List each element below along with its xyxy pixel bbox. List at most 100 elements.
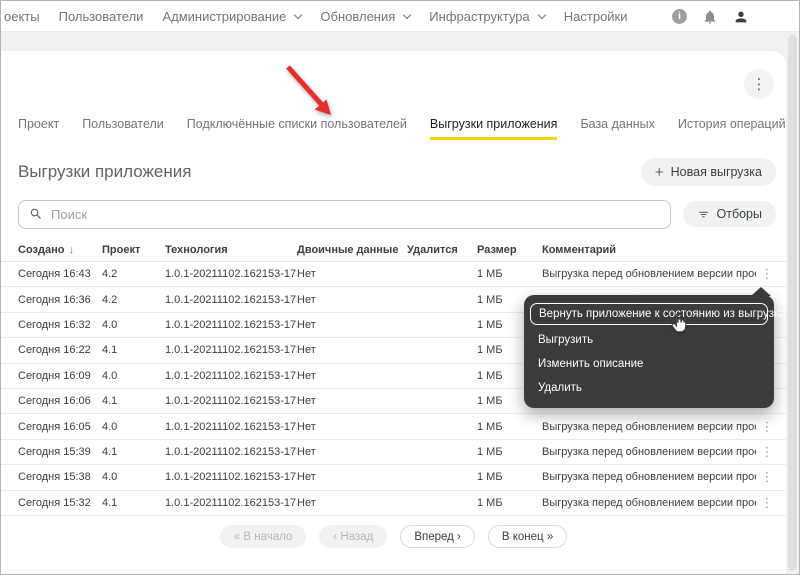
new-export-button[interactable]: + Новая выгрузка — [640, 158, 776, 186]
cell-binary: Нет — [297, 420, 316, 433]
col-created[interactable]: Создано ↓ — [18, 244, 102, 256]
row-kebab-icon[interactable]: ⋮ — [756, 266, 778, 282]
cell-size: 1 МБ — [477, 471, 503, 484]
cell-technology: 1.0.1-20211102.162153-173 — [165, 496, 297, 509]
cell-project: 4.0 — [102, 318, 118, 331]
cell-created: Сегодня 16:32 — [18, 318, 91, 331]
cell-technology: 1.0.1-20211102.162153-173 — [165, 445, 297, 458]
context-menu-item[interactable]: Изменить описание — [524, 352, 774, 376]
tab[interactable]: Проект — [18, 117, 59, 140]
cell-binary: Нет — [297, 318, 316, 331]
cell-comment: Выгрузка перед обновлением версии проект… — [542, 496, 756, 509]
table-row[interactable]: Сегодня 15:39 4.1 1.0.1-20211102.162153-… — [1, 440, 786, 466]
cell-project: 4.1 — [102, 445, 118, 458]
pagination-button[interactable]: « В начало — [219, 525, 307, 548]
card-kebab-menu-icon[interactable]: ⋮ — [744, 69, 774, 99]
col-comment[interactable]: Комментарий — [542, 244, 756, 256]
cell-binary: Нет — [297, 445, 316, 458]
cell-project: 4.0 — [102, 369, 118, 382]
cell-comment: Выгрузка перед обновлением версии проект… — [542, 445, 756, 458]
nav-item[interactable]: Пользователи — [59, 9, 144, 24]
tab[interactable]: База данных — [580, 117, 654, 140]
cell-technology: 1.0.1-20211102.162153-173 — [165, 471, 297, 484]
tab[interactable]: Подключённые списки пользователей — [187, 117, 407, 140]
cell-technology: 1.0.1-20211102.162153-173 — [165, 395, 297, 408]
scrollbar-thumb[interactable] — [788, 35, 797, 571]
nav-item[interactable]: Обновления — [320, 9, 412, 24]
col-binary[interactable]: Двоичные данные — [297, 244, 407, 256]
context-menu-item[interactable]: Выгрузить — [524, 328, 774, 352]
context-menu-item[interactable]: Вернуть приложение к состоянию из выгруз… — [530, 303, 785, 325]
cell-size: 1 МБ — [477, 268, 503, 281]
bell-icon[interactable] — [702, 9, 718, 25]
cell-project: 4.1 — [102, 344, 118, 357]
info-icon[interactable]: i — [672, 9, 687, 24]
chevron-down-icon — [294, 10, 303, 19]
row-kebab-icon[interactable]: ⋮ — [756, 469, 778, 485]
nav-item[interactable]: Настройки — [564, 9, 628, 24]
cell-binary: Нет — [297, 369, 316, 382]
page-title: Выгрузки приложения — [18, 162, 192, 181]
cell-technology: 1.0.1-20211102.162153-173 — [165, 318, 297, 331]
title-row: Выгрузки приложения + Новая выгрузка — [18, 156, 776, 188]
row-kebab-icon[interactable]: ⋮ — [756, 419, 778, 435]
nav-item[interactable]: Администрирование — [162, 9, 303, 24]
col-deleted[interactable]: Удалится — [407, 244, 477, 256]
cell-technology: 1.0.1-20211102.162153-173 — [165, 369, 297, 382]
table-row[interactable]: Сегодня 15:38 4.0 1.0.1-20211102.162153-… — [1, 465, 786, 491]
cell-created: Сегодня 15:38 — [18, 471, 91, 484]
table-row[interactable]: Сегодня 16:43 4.2 1.0.1-20211102.162153-… — [1, 262, 786, 288]
user-icon[interactable] — [733, 9, 749, 25]
row-kebab-icon[interactable]: ⋮ — [756, 495, 778, 511]
table-row[interactable]: Сегодня 15:32 4.1 1.0.1-20211102.162153-… — [1, 491, 786, 516]
top-navbar: оекты Пользователи Администрирование Обн… — [1, 1, 799, 32]
sort-desc-icon: ↓ — [68, 244, 74, 256]
tab[interactable]: Пользователи — [82, 117, 164, 140]
cell-created: Сегодня 16:09 — [18, 369, 91, 382]
search-row: Отборы — [18, 199, 776, 229]
tab[interactable]: Выгрузки приложения — [429, 117, 558, 140]
scrollbar[interactable] — [786, 32, 799, 574]
cell-created: Сегодня 16:36 — [18, 293, 91, 306]
cell-size: 1 МБ — [477, 420, 503, 433]
cell-size: 1 МБ — [477, 496, 503, 509]
table-row[interactable]: Сегодня 16:05 4.0 1.0.1-20211102.162153-… — [1, 414, 786, 440]
search-input[interactable] — [51, 206, 660, 222]
app-window: оекты Пользователи Администрирование Обн… — [0, 0, 800, 575]
filters-button[interactable]: Отборы — [682, 201, 776, 227]
pagination-button[interactable]: ‹ Назад — [319, 525, 388, 548]
pagination-button[interactable]: В конец » — [487, 525, 568, 548]
pagination-button[interactable]: Вперед › — [400, 525, 475, 548]
nav-item[interactable]: оекты — [4, 9, 40, 24]
search-box[interactable] — [18, 199, 671, 229]
nav-icons: i — [672, 1, 749, 32]
nav-item[interactable]: Инфраструктура — [429, 9, 547, 24]
cell-size: 1 МБ — [477, 445, 503, 458]
cell-project: 4.2 — [102, 293, 118, 306]
cell-binary: Нет — [297, 496, 316, 509]
context-menu-item[interactable]: Удалить — [524, 376, 774, 400]
cell-created: Сегодня 15:39 — [18, 445, 91, 458]
cell-technology: 1.0.1-20211102.162153-173 — [165, 293, 297, 306]
col-project[interactable]: Проект — [102, 244, 165, 256]
cell-project: 4.1 — [102, 395, 118, 408]
tab[interactable]: История операций — [678, 117, 786, 140]
cell-binary: Нет — [297, 268, 316, 281]
row-kebab-icon[interactable]: ⋮ — [756, 444, 778, 460]
cell-created: Сегодня 16:22 — [18, 344, 91, 357]
pagination: « В начало ‹ Назад Вперед › В конец » — [1, 525, 786, 548]
cell-binary: Нет — [297, 344, 316, 357]
cell-created: Сегодня 16:05 — [18, 420, 91, 433]
col-technology[interactable]: Технология — [165, 244, 297, 256]
chevron-down-icon — [537, 10, 547, 19]
filter-icon — [698, 211, 708, 217]
search-icon — [30, 208, 41, 219]
cell-created: Сегодня 15:32 — [18, 496, 91, 509]
cell-binary: Нет — [297, 293, 316, 306]
plus-icon: + — [654, 163, 664, 181]
cell-created: Сегодня 16:43 — [18, 268, 91, 281]
col-size[interactable]: Размер — [477, 244, 542, 256]
cell-technology: 1.0.1-20211102.162153-173 — [165, 344, 297, 357]
cell-project: 4.1 — [102, 496, 118, 509]
cell-comment: Выгрузка перед обновлением версии проект… — [542, 420, 756, 433]
